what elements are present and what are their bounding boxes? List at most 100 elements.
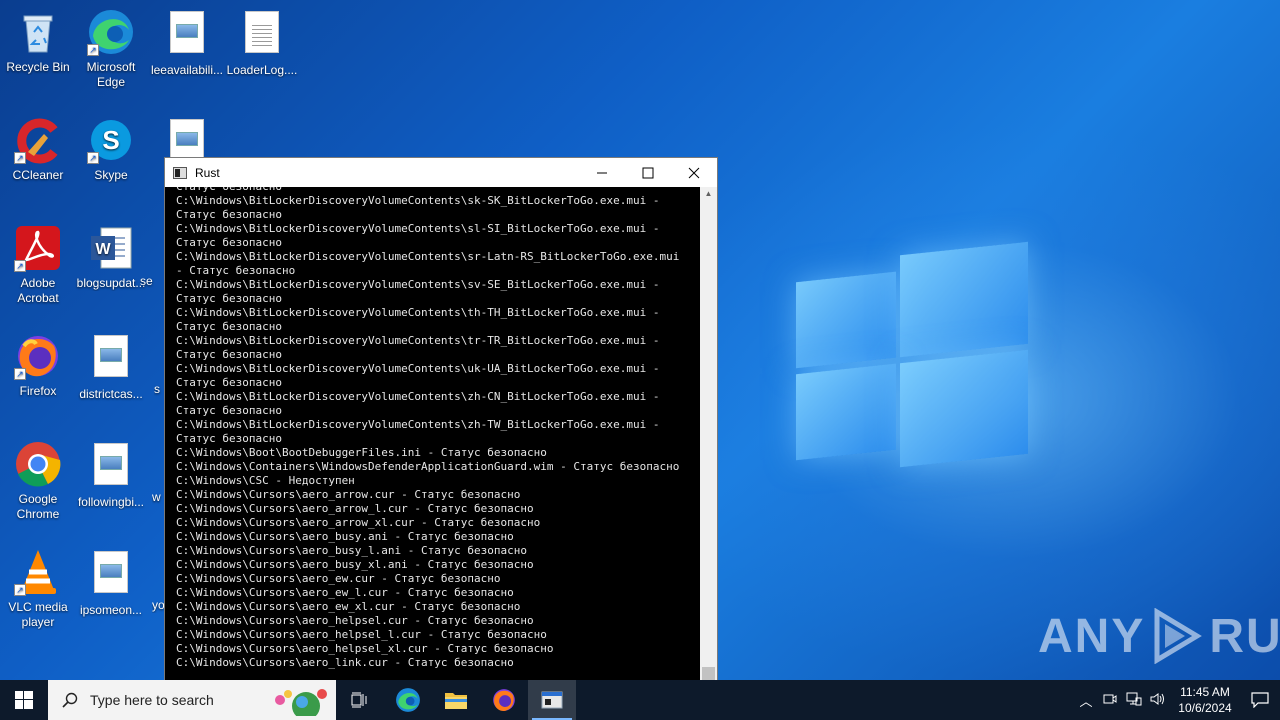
ccleaner-icon: ↗ xyxy=(14,116,62,164)
console-scrollbar[interactable]: ▲ xyxy=(700,187,717,719)
console-line: Статус безопасно xyxy=(176,404,282,417)
acrobat-icon: ↗ xyxy=(14,224,62,272)
chrome-icon xyxy=(14,440,62,488)
console-line: Статус безопасно xyxy=(176,348,282,361)
windows-logo-wallpaper xyxy=(796,228,1028,492)
desktop-icon-edge[interactable]: ↗ Microsoft Edge xyxy=(73,8,149,90)
console-line: C:\Windows\BitLockerDiscoveryVolumeConte… xyxy=(176,194,660,207)
recycle-bin-icon xyxy=(14,8,62,56)
meet-now-icon[interactable] xyxy=(1098,692,1122,709)
text-file-icon xyxy=(238,11,286,59)
console-line: C:\Windows\Cursors\aero_ew_l.cur - Стату… xyxy=(176,586,514,599)
desktop-icon-chrome[interactable]: Google Chrome xyxy=(0,440,76,522)
taskbar-rust-console-button[interactable] xyxy=(528,680,576,720)
desktop-icon-ccleaner[interactable]: ↗ CCleaner xyxy=(0,116,76,183)
console-line: C:\Windows\Boot\BootDebuggerFiles.ini - … xyxy=(176,446,547,459)
image-file-icon xyxy=(87,443,135,491)
taskbar-search-box[interactable]: Type here to search xyxy=(48,680,336,720)
image-file-icon xyxy=(87,551,135,599)
clock[interactable]: 11:45 AM 10/6/2024 xyxy=(1170,684,1240,716)
console-line: C:\Windows\BitLockerDiscoveryVolumeConte… xyxy=(176,278,660,291)
desktop-icon-loaderlog[interactable]: LoaderLog.... xyxy=(224,8,300,78)
desktop-icon-districtcas[interactable]: districtcas... xyxy=(73,332,149,402)
taskbar: Type here to search ︿ 11:45 AM 10/6/2024 xyxy=(0,680,1280,720)
anyrun-watermark: ANY RUN xyxy=(1038,608,1280,664)
console-line: C:\Windows\BitLockerDiscoveryVolumeConte… xyxy=(176,362,660,375)
rust-console-icon xyxy=(541,691,563,709)
console-line: Статус безопасно xyxy=(176,376,282,389)
task-view-button[interactable] xyxy=(336,680,384,720)
console-line: C:\Windows\Cursors\aero_helpsel_xl.cur -… xyxy=(176,642,554,655)
word-doc-icon: W xyxy=(87,224,135,272)
firefox-icon xyxy=(493,689,515,711)
desktop-icon-blogsupdate[interactable]: W blogsupdat... xyxy=(73,224,149,291)
console-line: C:\Windows\Cursors\aero_arrow_xl.cur - С… xyxy=(176,516,541,529)
file-explorer-icon xyxy=(445,693,467,709)
console-line: - Статус безопасно xyxy=(176,264,296,277)
console-line: C:\Windows\Cursors\aero_helpsel_l.cur - … xyxy=(176,628,547,641)
console-line: C:\Windows\Containers\WindowsDefenderApp… xyxy=(176,460,680,473)
close-icon xyxy=(688,167,700,178)
maximize-icon xyxy=(642,167,654,178)
notification-button[interactable] xyxy=(1240,692,1280,708)
system-tray: ︿ 11:45 AM 10/6/2024 xyxy=(1074,680,1280,720)
desktop-icon-acrobat[interactable]: ↗ Adobe Acrobat xyxy=(0,224,76,306)
image-file-icon xyxy=(163,11,211,59)
window-titlebar[interactable]: Rust xyxy=(165,158,717,187)
console-line: C:\Windows\BitLockerDiscoveryVolumeConte… xyxy=(176,222,660,235)
console-line: C:\Windows\Cursors\aero_ew_xl.cur - Стат… xyxy=(176,600,521,613)
scroll-up-arrow-icon[interactable]: ▲ xyxy=(700,189,717,203)
task-view-icon xyxy=(351,692,367,708)
maximize-button[interactable] xyxy=(625,158,671,187)
console-line: C:\Windows\BitLockerDiscoveryVolumeConte… xyxy=(176,418,660,431)
network-icon[interactable] xyxy=(1122,692,1146,709)
edge-icon xyxy=(396,688,420,712)
firefox-icon: ↗ xyxy=(14,332,62,380)
search-placeholder: Type here to search xyxy=(90,692,214,708)
taskbar-firefox-button[interactable] xyxy=(480,680,528,720)
console-line: C:\Windows\BitLockerDiscoveryVolumeConte… xyxy=(176,306,660,319)
edge-icon: ↗ xyxy=(87,8,135,56)
console-line: C:\Windows\Cursors\aero_busy.ani - Стату… xyxy=(176,530,514,543)
console-output[interactable]: Статус безопасноC:\Windows\BitLockerDisc… xyxy=(165,187,700,719)
console-app-icon xyxy=(173,166,187,179)
desktop-icon-skype[interactable]: S ↗ Skype xyxy=(73,116,149,183)
taskbar-edge-button[interactable] xyxy=(384,680,432,720)
console-lines: Статус безопасноC:\Windows\BitLockerDisc… xyxy=(176,187,700,670)
console-line: C:\Windows\BitLockerDiscoveryVolumeConte… xyxy=(176,390,660,403)
svg-text:W: W xyxy=(95,241,111,258)
desktop-icon-recycle-bin[interactable]: Recycle Bin xyxy=(0,8,76,75)
console-line: C:\Windows\Cursors\aero_ew.cur - Статус … xyxy=(176,572,501,585)
windows-start-icon xyxy=(15,691,33,709)
window-title: Rust xyxy=(195,165,220,180)
minimize-button[interactable] xyxy=(579,158,625,187)
console-line: Статус безопасно xyxy=(176,236,282,249)
search-highlight-icon xyxy=(275,689,327,716)
desktop-icon-leeavailability[interactable]: leeavailabili... xyxy=(149,8,225,78)
desktop-icon-ipsomeon[interactable]: ipsomeon... xyxy=(73,548,149,618)
console-line: C:\Windows\Cursors\aero_helpsel.cur - Ст… xyxy=(176,614,534,627)
console-line: Статус безопасно xyxy=(176,208,282,221)
console-line: Статус безопасно xyxy=(176,320,282,333)
rust-console-window[interactable]: Rust Статус безопасноC:\Windows\BitLocke… xyxy=(164,157,718,720)
desktop-icon-vlc[interactable]: ↗ VLC media player xyxy=(0,548,76,630)
desktop-icon-followingbi[interactable]: followingbi... xyxy=(73,440,149,510)
search-icon xyxy=(62,692,78,708)
taskbar-file-explorer-button[interactable] xyxy=(432,680,480,720)
console-line: C:\Windows\Cursors\aero_busy_xl.ani - Ст… xyxy=(176,558,534,571)
console-line: C:\Windows\Cursors\aero_busy_l.ani - Ста… xyxy=(176,544,527,557)
console-line: C:\Windows\BitLockerDiscoveryVolumeConte… xyxy=(176,250,680,263)
skype-icon: S ↗ xyxy=(87,116,135,164)
volume-icon[interactable] xyxy=(1146,692,1170,709)
image-file-icon xyxy=(87,335,135,383)
desktop-icon-firefox[interactable]: ↗ Firefox xyxy=(0,332,76,399)
chevron-up-icon[interactable]: ︿ xyxy=(1074,691,1098,710)
console-line: C:\Windows\Cursors\aero_arrow_l.cur - Ст… xyxy=(176,502,534,515)
console-line: Статус безопасно xyxy=(176,292,282,305)
minimize-icon xyxy=(597,172,607,173)
notification-icon xyxy=(1251,692,1269,708)
clock-time: 11:45 AM xyxy=(1180,685,1230,699)
svg-text:S: S xyxy=(102,125,119,155)
close-button[interactable] xyxy=(671,158,717,187)
start-button[interactable] xyxy=(0,680,48,720)
